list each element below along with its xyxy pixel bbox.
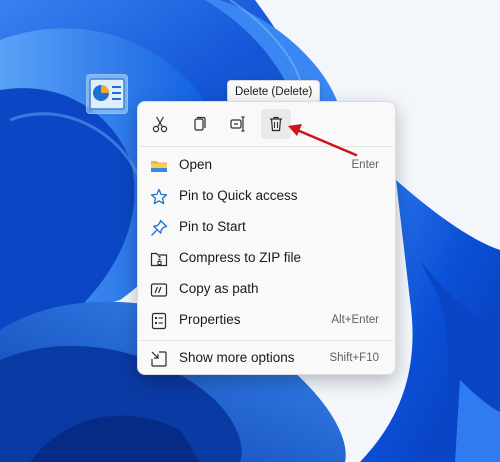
menu-item-open[interactable]: Open Enter	[142, 150, 391, 180]
menu-item-shortcut: Shift+F10	[329, 352, 379, 364]
menu-item-label: Pin to Start	[179, 219, 246, 234]
menu-item-label: Properties	[179, 312, 241, 327]
properties-icon	[151, 312, 167, 330]
menu-item-pin-quick-access[interactable]: Pin to Quick access	[142, 181, 391, 211]
rename-button[interactable]	[223, 109, 253, 139]
copy-path-icon	[150, 283, 168, 297]
menu-item-copy-as-path[interactable]: Copy as path	[142, 274, 391, 304]
cut-icon	[152, 116, 168, 133]
copy-icon	[194, 116, 206, 131]
menu-item-shortcut: Enter	[351, 159, 380, 171]
star-icon	[150, 188, 168, 205]
desktop-file-icon[interactable]	[86, 74, 128, 114]
context-menu-toolbar	[138, 102, 395, 144]
menu-item-label: Open	[179, 157, 213, 172]
copy-button[interactable]	[184, 109, 214, 139]
zip-icon	[150, 252, 168, 267]
menu-item-label: Pin to Quick access	[179, 188, 298, 203]
menu-item-label: Compress to ZIP file	[179, 250, 302, 265]
pin-icon	[151, 219, 168, 236]
menu-item-pin-to-start[interactable]: Pin to Start	[142, 212, 391, 242]
menu-item-label: Show more options	[179, 350, 295, 365]
folder-icon	[151, 161, 167, 172]
delete-button[interactable]	[261, 109, 291, 139]
menu-item-label: Copy as path	[179, 281, 259, 296]
rename-icon	[230, 116, 245, 132]
toolbar-divider	[140, 146, 393, 147]
context-menu: Open Enter Pin to Quick access Pin to St…	[137, 101, 396, 375]
delete-icon	[270, 116, 282, 132]
menu-item-compress-zip[interactable]: Compress to ZIP file	[142, 243, 391, 273]
menu-divider	[140, 340, 393, 341]
menu-item-shortcut: Alt+Enter	[331, 314, 379, 326]
cut-button[interactable]	[145, 109, 175, 139]
menu-item-show-more-options[interactable]: Show more options Shift+F10	[142, 343, 391, 373]
image-file-icon	[89, 78, 125, 110]
show-more-icon	[151, 351, 167, 367]
menu-item-properties[interactable]: Properties Alt+Enter	[142, 305, 391, 335]
